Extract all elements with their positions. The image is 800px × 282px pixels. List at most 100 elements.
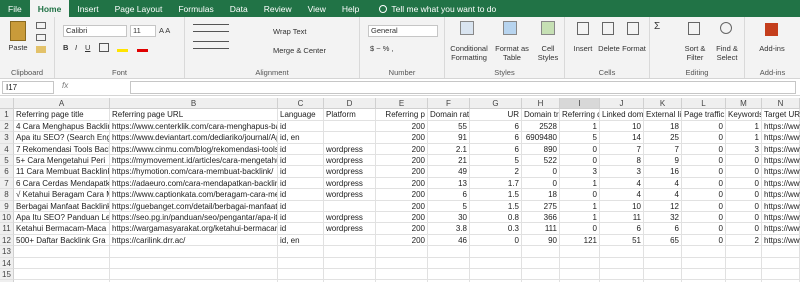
row-header[interactable]: 5 (0, 155, 14, 167)
grid-cell[interactable]: 1 (726, 120, 762, 133)
grid-cell[interactable]: Referring d (560, 109, 600, 121)
grid-cell[interactable] (324, 120, 376, 133)
number-symbols[interactable]: $ ~ % , (370, 44, 394, 53)
grid-cell[interactable]: 2.1 (428, 143, 470, 155)
grid-cell[interactable]: wordpress (324, 143, 376, 155)
grid-cell[interactable]: https://www.deviantart.com/dediariko/jou… (110, 132, 278, 144)
grid-cell[interactable]: https://www. Saat ini su (762, 189, 800, 201)
grid-cell[interactable]: 18 (522, 189, 560, 201)
grid-cell[interactable]: 1 (560, 212, 600, 224)
grid-cell[interactable]: 0 (682, 177, 726, 190)
grid-cell[interactable] (110, 257, 278, 269)
row-header[interactable]: 2 (0, 120, 14, 133)
grid-cell[interactable]: https://guebanget.com/detail/berbagai-ma… (110, 200, 278, 212)
column-header[interactable]: C (278, 98, 324, 110)
grid-cell[interactable]: id (278, 223, 324, 235)
grid-cell[interactable]: https://wargamasyarakat.org/ketahui-berm… (110, 223, 278, 235)
grid-cell[interactable] (324, 246, 376, 258)
grid-cell[interactable]: 0 (726, 155, 762, 167)
grid-cell[interactable]: Referring page title (14, 109, 110, 121)
grid-cell[interactable]: 200 (376, 143, 428, 155)
tab-page-layout[interactable]: Page Layout (107, 0, 171, 17)
grid-cell[interactable]: 12 (644, 200, 682, 212)
grid-cell[interactable]: https://adaeuro.com/cara-mendapatkan-bac… (110, 177, 278, 190)
grid-cell[interactable]: 200 (376, 166, 428, 178)
formula-input[interactable] (130, 81, 796, 94)
grid-cell[interactable]: wordpress (324, 155, 376, 167)
column-header[interactable]: E (376, 98, 428, 110)
autosum-icon[interactable]: Σ (654, 21, 660, 32)
row-header[interactable]: 6 (0, 166, 14, 178)
grid-cell[interactable]: 3 (600, 166, 644, 178)
grid-cell[interactable]: wordpress (324, 223, 376, 235)
borders-icon[interactable] (99, 43, 109, 52)
grid-cell[interactable]: 7 (644, 143, 682, 155)
cell-styles-button[interactable]: Cell Styles (533, 44, 563, 62)
grid-cell[interactable]: 0 (682, 155, 726, 167)
grid-cell[interactable]: 6 Cara Cerdas Mendapatk (14, 177, 110, 190)
grid-cell[interactable]: https://www. bukan me (762, 120, 800, 133)
find-select-button[interactable]: Find & Select (712, 44, 742, 62)
grid-cell[interactable] (324, 132, 376, 144)
grid-cell[interactable] (110, 269, 278, 281)
grid-cell[interactable]: 6 (470, 143, 522, 155)
grid-cell[interactable]: https://www. garuda.c (762, 234, 800, 247)
grid-cell[interactable]: 200 (376, 177, 428, 190)
grid-cell[interactable]: https://www. dari backl (762, 200, 800, 212)
grid-cell[interactable]: https://hymotion.com/cara-membuat-backli… (110, 166, 278, 178)
tab-review[interactable]: Review (256, 0, 300, 17)
grid-cell[interactable]: 2 (470, 166, 522, 178)
grid-cell[interactable]: 5 (470, 155, 522, 167)
grid-cell[interactable]: 4 (600, 177, 644, 190)
grid-cell[interactable]: 55 (428, 120, 470, 133)
grid-cell[interactable]: 6 (600, 223, 644, 235)
grid-cell[interactable]: 0 (560, 155, 600, 167)
grid-cell[interactable]: 200 (376, 200, 428, 212)
grid-cell[interactable] (428, 257, 470, 269)
grid-cell[interactable]: 200 (376, 189, 428, 201)
grid-cell[interactable]: 1 (560, 120, 600, 133)
grid-cell[interactable] (278, 269, 324, 281)
tab-file[interactable]: File (0, 0, 30, 17)
grid-cell[interactable]: https://carilink.drr.ac/ (110, 234, 278, 247)
row-header[interactable]: 8 (0, 189, 14, 201)
grid-cell[interactable]: wordpress (324, 177, 376, 190)
grid-cell[interactable]: 0 (522, 177, 560, 190)
grid-cell[interactable]: 7 (600, 143, 644, 155)
grid-cell[interactable]: Target URL Left conte (762, 109, 800, 121)
conditional-formatting-icon[interactable] (460, 21, 474, 35)
row-header[interactable]: 10 (0, 212, 14, 224)
grid-cell[interactable]: 890 (522, 143, 560, 155)
sort-filter-button[interactable]: Sort & Filter (680, 44, 710, 62)
grid-cell[interactable] (376, 257, 428, 269)
row-header[interactable]: 12 (0, 234, 14, 247)
left-align-icon[interactable] (193, 41, 229, 49)
grid-cell[interactable] (324, 269, 376, 281)
grid-cell[interactable] (762, 257, 800, 269)
column-header[interactable]: L (682, 98, 726, 110)
grid-cell[interactable]: Ketahui Bermacam-Maca (14, 223, 110, 235)
grid-cell[interactable]: 275 (522, 200, 560, 212)
grid-cell[interactable]: id (278, 166, 324, 178)
grid-cell[interactable]: 10 (600, 120, 644, 133)
cell-styles-icon[interactable] (541, 21, 555, 35)
grid-cell[interactable]: 0 (726, 212, 762, 224)
row-header[interactable]: 13 (0, 246, 14, 258)
grid-cell[interactable]: 9 (644, 155, 682, 167)
top-align-icon[interactable] (193, 24, 229, 32)
grid-cell[interactable] (376, 246, 428, 258)
grid-cell[interactable]: 200 (376, 155, 428, 167)
format-cells-icon[interactable] (627, 22, 639, 35)
grid-cell[interactable]: 0 (682, 166, 726, 178)
row-header[interactable]: 14 (0, 257, 14, 269)
grid-cell[interactable]: 200 (376, 120, 428, 133)
grid-cell[interactable] (726, 257, 762, 269)
grid-cell[interactable]: 5+ Cara Mengetahui Peri (14, 155, 110, 167)
grid-cell[interactable]: 0 (560, 189, 600, 201)
grid-cell[interactable]: id, en (278, 234, 324, 247)
grid-cell[interactable]: https://www. Google. Ca (762, 212, 800, 224)
grid-cell[interactable] (600, 269, 644, 281)
bold-button[interactable]: B (63, 43, 68, 52)
format-painter-icon[interactable] (36, 46, 46, 53)
column-header[interactable]: M (726, 98, 762, 110)
